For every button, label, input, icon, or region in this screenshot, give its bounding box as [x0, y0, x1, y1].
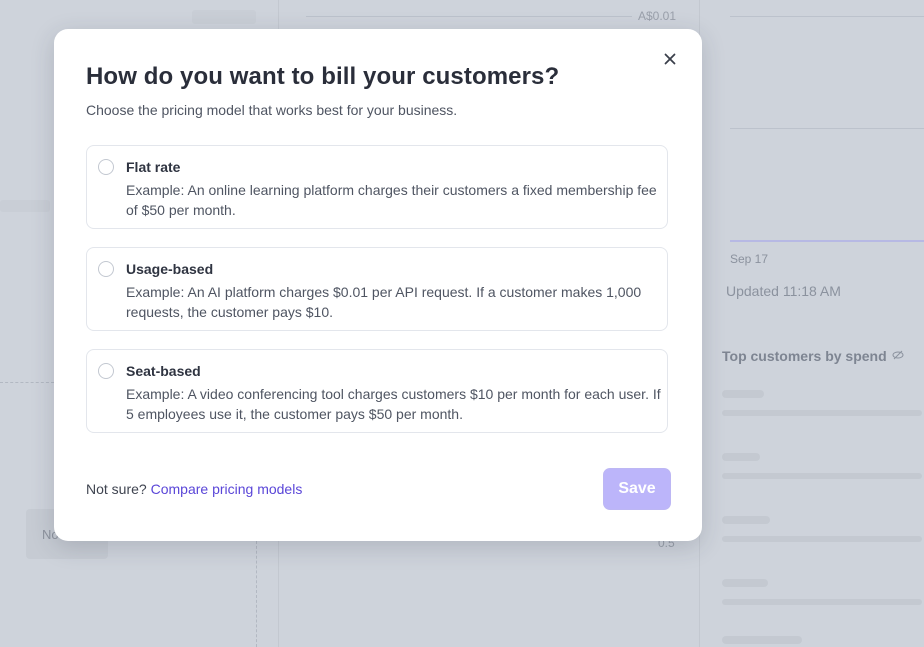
footer-prefix: Not sure?	[86, 481, 147, 497]
option-description: Example: A video conferencing tool charg…	[126, 386, 661, 422]
chart-date-label: Sep 17	[730, 252, 769, 266]
option-usage-based[interactable]: Usage-based Example: An AI platform char…	[86, 247, 668, 331]
usage-based-radio[interactable]	[98, 261, 114, 277]
option-description: Example: An AI platform charges $0.01 pe…	[126, 284, 642, 320]
close-icon	[664, 53, 676, 65]
updated-timestamp: Updated 11:18 AM	[726, 283, 841, 299]
customer-row-placeholder	[722, 410, 922, 416]
flat-rate-radio[interactable]	[98, 159, 114, 175]
seat-based-radio[interactable]	[98, 363, 114, 379]
billing-model-dialog: How do you want to bill your customers? …	[54, 29, 702, 541]
customer-row-placeholder	[722, 390, 764, 398]
chart-gridline	[730, 128, 924, 129]
compare-pricing-models-link[interactable]: Compare pricing models	[151, 481, 303, 497]
footer-help: Not sure? Compare pricing models	[86, 481, 302, 497]
option-label: Seat-based	[126, 363, 201, 379]
top-customers-heading: Top customers by spend	[722, 348, 904, 364]
chart-dashed-line	[256, 541, 257, 647]
customer-row-placeholder	[722, 516, 770, 524]
top-customers-title: Top customers by spend	[722, 348, 887, 364]
customer-row-placeholder	[722, 473, 922, 479]
option-label: Usage-based	[126, 261, 214, 277]
option-seat-based[interactable]: Seat-based Example: A video conferencing…	[86, 349, 668, 433]
dialog-subtitle: Choose the pricing model that works best…	[86, 102, 458, 118]
save-button[interactable]: Save	[603, 468, 671, 510]
option-flat-rate[interactable]: Flat rate Example: An online learning pl…	[86, 145, 668, 229]
customer-row-placeholder	[722, 536, 922, 542]
customer-row-placeholder	[722, 599, 922, 605]
background-blurred-text	[192, 10, 256, 24]
close-button[interactable]	[660, 49, 680, 69]
chart-series-line	[730, 240, 924, 242]
chart-gridline	[306, 16, 632, 17]
hidden-eye-icon[interactable]	[892, 348, 904, 364]
chart-gridline	[730, 16, 924, 17]
option-label: Flat rate	[126, 159, 181, 175]
option-description: Example: An online learning platform cha…	[126, 182, 657, 218]
customer-row-placeholder	[722, 636, 802, 644]
background-blurred-text	[0, 200, 50, 212]
chart-top-value: A$0.01	[638, 9, 677, 23]
dialog-title: How do you want to bill your customers?	[86, 63, 560, 90]
customer-row-placeholder	[722, 453, 760, 461]
chart-dashed-line	[0, 382, 54, 383]
customer-row-placeholder	[722, 579, 768, 587]
